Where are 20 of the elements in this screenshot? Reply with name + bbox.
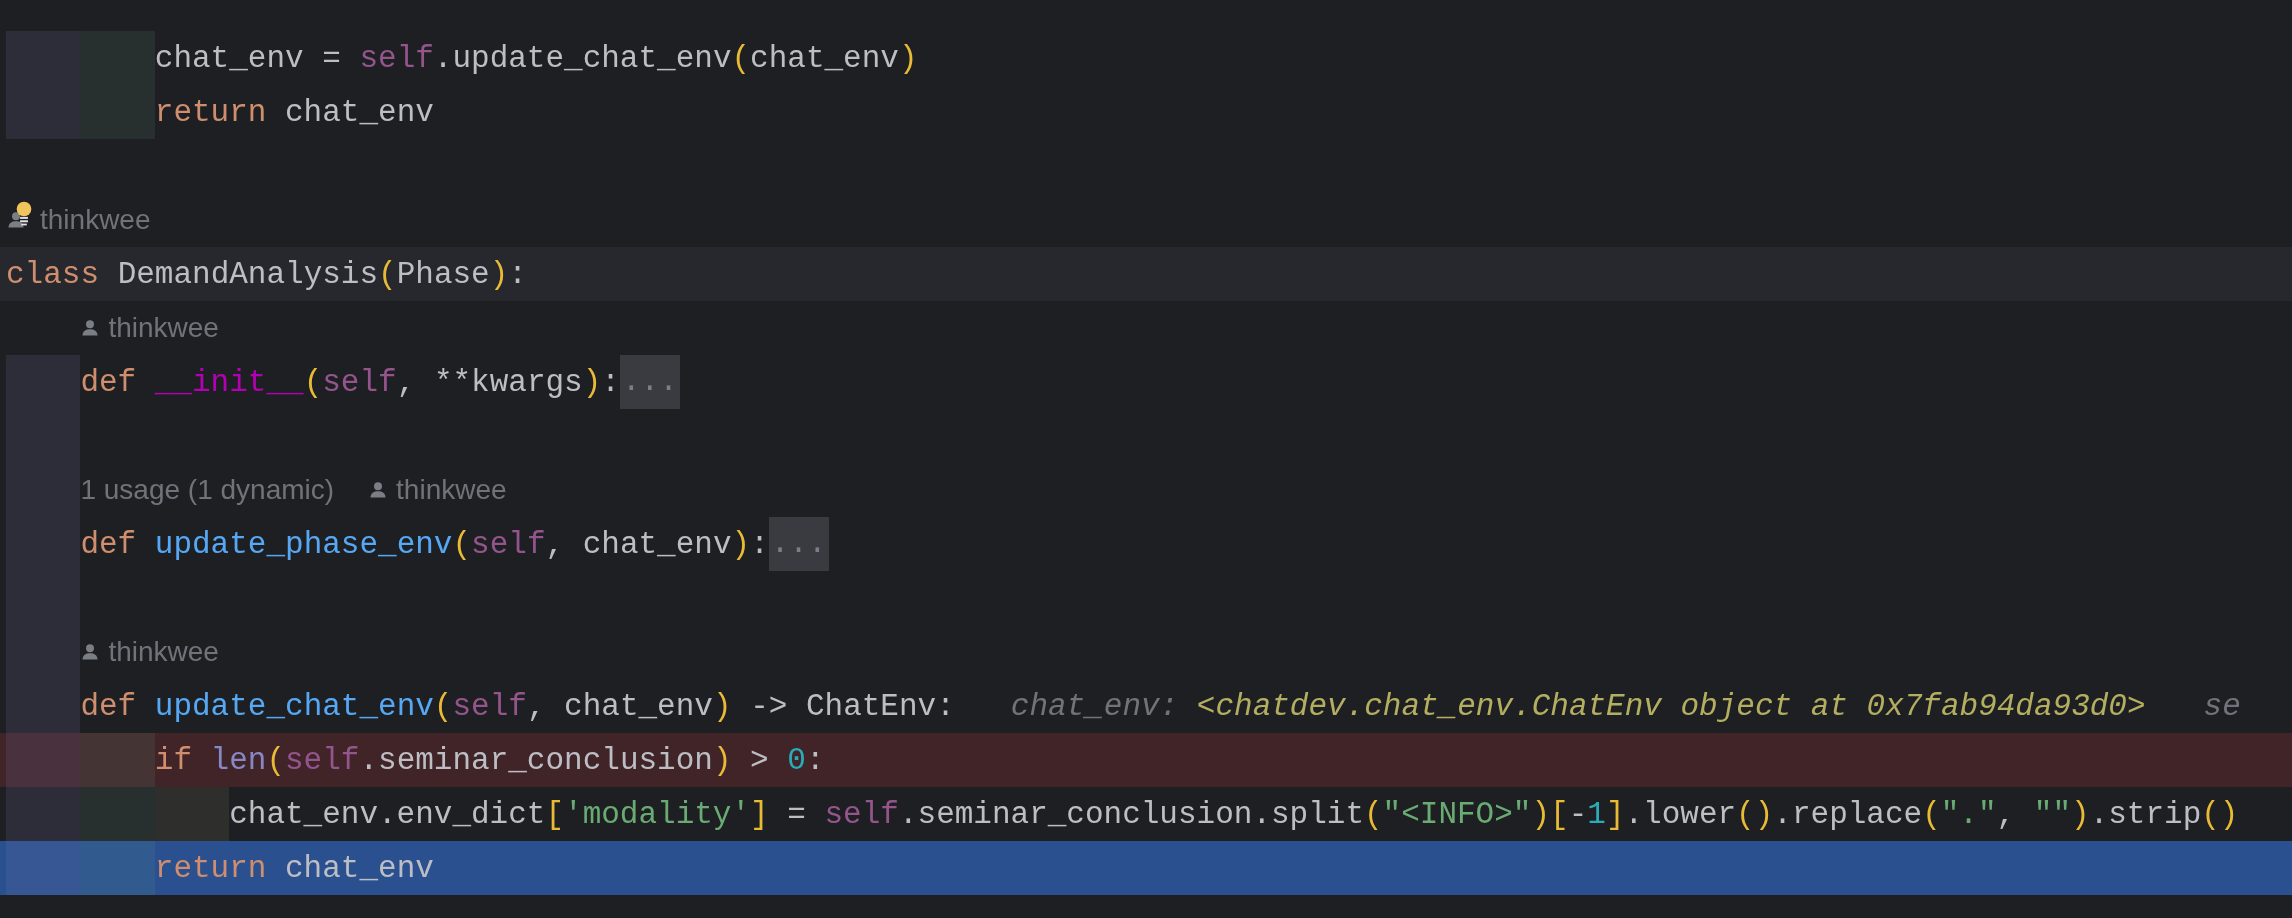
code-line: return chat_env [154,94,434,130]
code-line: return chat_env [154,850,434,886]
inline-value-hint: chat_env: <chatdev.chat_env.ChatEnv object at 0x7fab94da93d0> [1010,688,2146,724]
usage-hint[interactable]: 1 usage (1 dynamic) [80,474,335,506]
code-line: if len(self.seminar_conclusion) > 0: [154,742,825,778]
code-line: class DemandAnalysis(Phase): [6,256,527,292]
code-line: def update_chat_env(self, chat_env) -> ChatEnv: [80,688,955,724]
code-line: def update_phase_env(self, chat_env): [80,526,769,562]
inline-value-hint: se [2203,688,2241,724]
author-hint[interactable]: thinkwee [108,312,219,344]
author-hint[interactable]: thinkwee [40,204,151,236]
code-line: chat_env.env_dict['modality'] = self.seminar_conclusion.split("<INFO>")[-1].lower().replace(".", "").strip() [229,796,2239,832]
author-hint[interactable]: thinkwee [108,636,219,668]
folded-code[interactable]: ... [768,517,829,571]
code-line: chat_env = self.update_chat_env(chat_env) [154,40,918,76]
person-icon [6,210,26,230]
author-hint[interactable]: thinkwee [396,474,507,506]
folded-code[interactable]: ... [619,355,680,409]
lightbulb-icon[interactable] [15,201,33,226]
code-line: def __init__(self, **kwargs): [80,364,620,400]
